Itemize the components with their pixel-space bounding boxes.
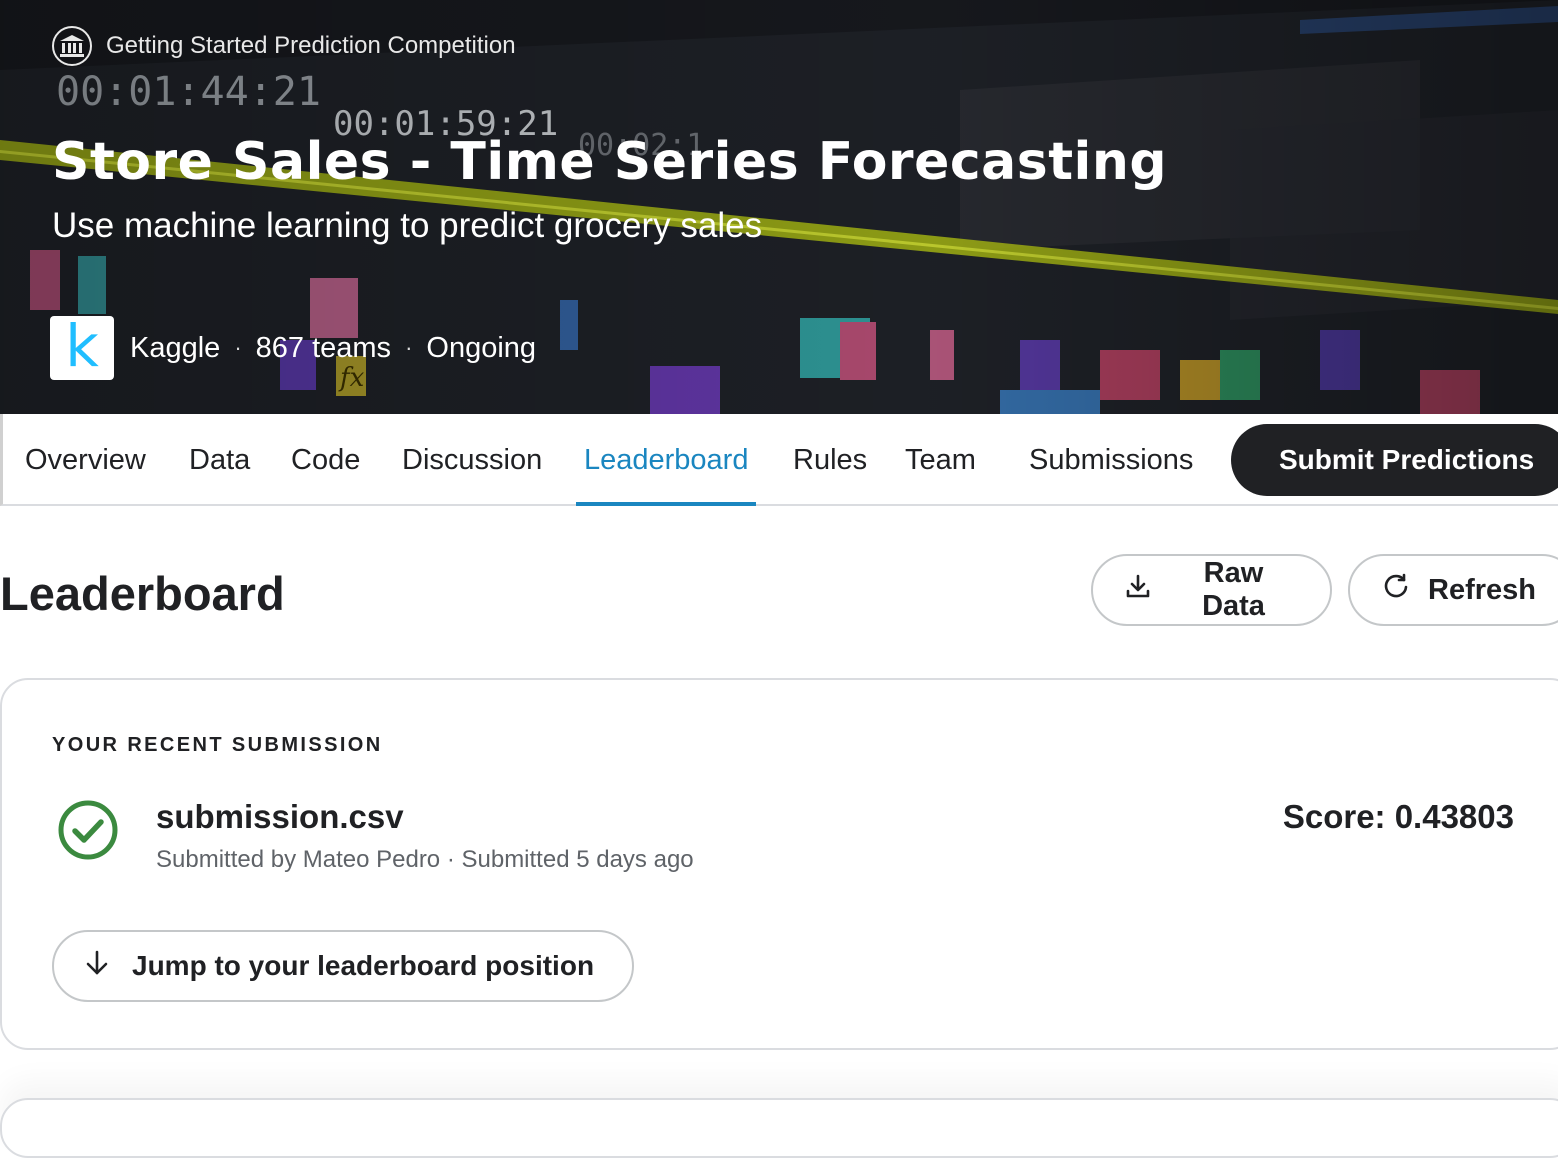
tab-data[interactable]: Data xyxy=(189,414,250,506)
submission-meta: Submitted by Mateo Pedro · Submitted 5 d… xyxy=(156,846,694,873)
tab-discussion[interactable]: Discussion xyxy=(402,414,542,506)
submission-file-name[interactable]: submission.csv xyxy=(156,798,404,836)
tab-team[interactable]: Team xyxy=(905,414,976,506)
competition-type-label: Getting Started Prediction Competition xyxy=(106,32,516,59)
submit-predictions-button[interactable]: Submit Predictions xyxy=(1231,424,1558,496)
competition-meta: k Kaggle · 867 teams · Ongoing xyxy=(50,316,536,380)
competition-header: 00:01:44:21 00:01:59:21 00:02:1 fx Getti… xyxy=(0,0,1558,414)
refresh-icon xyxy=(1382,572,1410,608)
jump-to-position-button[interactable]: Jump to your leaderboard position xyxy=(52,930,634,1002)
page-title: Leaderboard xyxy=(0,567,285,620)
meta-separator: · xyxy=(405,335,413,360)
tab-rules[interactable]: Rules xyxy=(793,414,867,506)
meta-separator: · xyxy=(234,335,242,360)
recent-submission-card: YOUR RECENT SUBMISSION submission.csv Su… xyxy=(0,678,1558,1050)
check-circle-icon xyxy=(56,798,120,867)
refresh-button[interactable]: Refresh xyxy=(1348,554,1558,626)
tab-code[interactable]: Code xyxy=(291,414,360,506)
raw-data-button[interactable]: Raw Data xyxy=(1091,554,1332,626)
competition-subtitle: Use machine learning to predict grocery … xyxy=(52,206,763,245)
kaggle-logo[interactable]: k xyxy=(50,316,114,380)
jump-to-position-label: Jump to your leaderboard position xyxy=(132,950,595,981)
recent-submission-heading: YOUR RECENT SUBMISSION xyxy=(52,734,383,756)
leaderboard-table-card xyxy=(0,1098,1558,1158)
competition-status: Ongoing xyxy=(426,331,537,364)
competition-title: Store Sales - Time Series Forecasting xyxy=(52,132,1168,192)
raw-data-label: Raw Data xyxy=(1202,557,1265,622)
arrow-down-icon xyxy=(82,948,112,985)
tab-leaderboard[interactable]: Leaderboard xyxy=(575,414,757,506)
tab-submissions[interactable]: Submissions xyxy=(1029,414,1193,506)
institution-icon xyxy=(52,26,92,66)
competition-type: Getting Started Prediction Competition xyxy=(52,24,516,68)
team-count: 867 teams xyxy=(255,331,392,364)
host-name[interactable]: Kaggle xyxy=(130,332,220,365)
submission-score: Score: 0.43803 xyxy=(1282,798,1514,835)
tab-overview[interactable]: Overview xyxy=(25,414,146,506)
refresh-label: Refresh xyxy=(1428,573,1536,606)
download-icon xyxy=(1125,573,1151,607)
competition-tabs: Overview Data Code Discussion Leaderboar… xyxy=(0,414,1558,506)
